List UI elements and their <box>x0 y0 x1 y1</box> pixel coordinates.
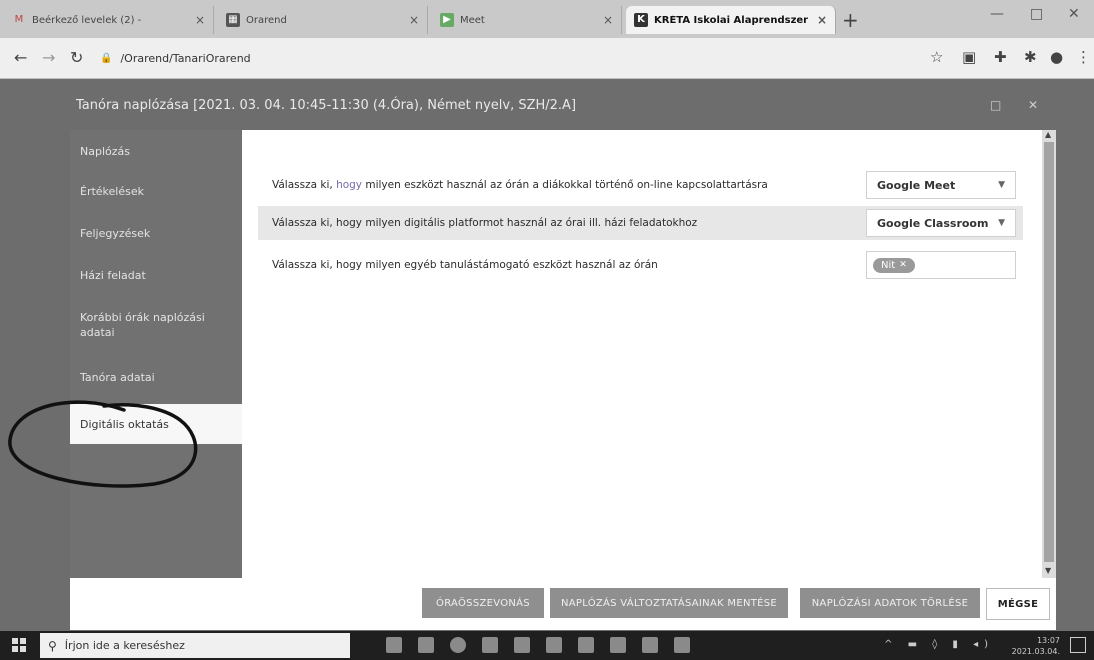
platform-select[interactable]: Google Classroom ▼ <box>866 209 1016 237</box>
maximize-modal-icon[interactable]: □ <box>990 98 1001 112</box>
new-tab-button[interactable]: + <box>842 8 859 32</box>
sidebar-item-label: Korábbi órák naplózási adatai <box>80 311 205 339</box>
save-changes-button[interactable]: NAPLÓZÁS VÁLTOZTATÁSAINAK MENTÉSE <box>550 588 788 618</box>
maximize-icon[interactable]: □ <box>1030 6 1043 22</box>
other-tools-multiselect[interactable]: Nit ✕ <box>866 251 1016 279</box>
tab-label: Órarend <box>246 14 287 26</box>
sidebar-item-tanora-adatai[interactable]: Tanóra adatai <box>70 370 242 385</box>
notification-icon[interactable] <box>1070 637 1086 653</box>
browser-tab-strip: M Beérkező levelek (2) - × ▦ Órarend × ▶… <box>0 0 1094 38</box>
clock-time: 13:07 <box>1036 636 1060 645</box>
close-window-icon[interactable]: ✕ <box>1068 6 1080 22</box>
browser-tab-orarend[interactable]: ▦ Órarend × <box>218 6 428 34</box>
scroll-down-icon[interactable]: ▼ <box>1045 566 1051 575</box>
app-icon[interactable] <box>610 637 626 653</box>
chevron-down-icon: ▼ <box>998 218 1005 228</box>
close-icon[interactable]: × <box>409 13 419 27</box>
app-icon[interactable] <box>642 637 658 653</box>
close-icon[interactable]: × <box>603 13 613 27</box>
form-row-online-tool: Válassza ki, hogy milyen eszközt használ… <box>258 168 1023 202</box>
profile-avatar-icon[interactable]: ● <box>1050 48 1063 66</box>
lock-icon: 🔒 <box>100 52 113 64</box>
merge-lessons-button[interactable]: ÓRAÖSSZEVONÁS <box>422 588 544 618</box>
sidebar-item-korabbi-orak[interactable]: Korábbi órák naplózási adatai <box>70 310 242 340</box>
selected-chip[interactable]: Nit ✕ <box>873 257 915 273</box>
app-icon[interactable] <box>546 637 562 653</box>
modal-title: Tanóra naplózása [2021. 03. 04. 10:45-11… <box>76 98 577 113</box>
search-icon: ⚲ <box>48 638 57 653</box>
hand-drawn-circle-annotation <box>8 400 198 488</box>
content-scrollbar[interactable]: ▲ ▼ <box>1042 130 1056 578</box>
forward-arrow-icon[interactable]: → <box>42 48 55 67</box>
chrome-icon[interactable] <box>450 637 466 653</box>
clock-date: 2021.03.04. <box>1011 647 1060 656</box>
app-icon[interactable] <box>578 637 594 653</box>
close-modal-icon[interactable]: ✕ <box>1028 98 1038 112</box>
select-value: Google Meet <box>877 178 956 192</box>
tab-label: Meet <box>460 14 485 26</box>
sidebar-item-label: Feljegyzések <box>80 227 151 240</box>
system-tray-icons[interactable]: ^ ▬ ◊ ▮ ◂) <box>884 639 994 650</box>
tab-label: KRÉTA Iskolai Alaprendszer <box>654 14 809 26</box>
address-bar: ← → ↻ 🔒 /Orarend/TanariOrarend ☆ ▣ ✚ ✱ ●… <box>0 38 1094 79</box>
form-row-other-tools: Válassza ki, hogy milyen egyéb tanulástá… <box>258 248 1023 282</box>
extension-icon[interactable]: ▣ <box>962 48 976 66</box>
clock[interactable]: 13:07 2021.03.04. <box>1012 635 1060 657</box>
task-view-icon[interactable] <box>386 637 402 653</box>
search-placeholder: Írjon ide a kereséshez <box>64 639 185 652</box>
sidebar-item-ertekelesek[interactable]: Értékelések <box>70 184 242 199</box>
chip-label: Nit <box>881 259 896 271</box>
online-tool-select[interactable]: Google Meet ▼ <box>866 171 1016 199</box>
back-arrow-icon[interactable]: ← <box>14 48 27 67</box>
scrollbar-thumb[interactable] <box>1044 142 1054 562</box>
sidebar-item-label: Házi feladat <box>80 269 146 282</box>
app-icon[interactable] <box>674 637 690 653</box>
reload-icon[interactable]: ↻ <box>70 48 83 67</box>
scroll-up-icon[interactable]: ▲ <box>1045 130 1051 139</box>
modal-sidebar: Naplózás Értékelések Feljegyzések Házi f… <box>70 130 242 578</box>
more-menu-icon[interactable]: ⋮ <box>1076 48 1091 66</box>
sidebar-item-label: Tanóra adatai <box>80 371 155 384</box>
file-explorer-icon[interactable] <box>418 637 434 653</box>
remove-chip-icon[interactable]: ✕ <box>899 260 907 270</box>
minimize-icon[interactable]: — <box>990 6 1004 22</box>
windows-taskbar: ⚲ Írjon ide a kereséshez ^ ▬ ◊ ▮ ◂) 13:0… <box>0 631 1094 660</box>
browser-tab-kreta[interactable]: K KRÉTA Iskolai Alaprendszer × <box>626 6 836 34</box>
sidebar-item-label: Értékelések <box>80 185 144 198</box>
kreta-icon: K <box>634 13 648 27</box>
calendar-icon: ▦ <box>226 13 240 27</box>
taskbar-search-input[interactable]: ⚲ Írjon ide a kereséshez <box>40 633 350 658</box>
close-icon[interactable]: × <box>817 13 827 27</box>
cancel-button[interactable]: MÉGSE <box>986 588 1050 620</box>
chevron-down-icon: ▼ <box>998 180 1005 190</box>
puzzle-icon[interactable]: ✚ <box>994 48 1007 66</box>
close-icon[interactable]: × <box>195 13 205 27</box>
form-row-platform: Válassza ki, hogy milyen digitális platf… <box>258 206 1023 240</box>
sidebar-item-naplozas[interactable]: Naplózás <box>70 144 242 159</box>
windows-start-icon[interactable] <box>12 638 26 652</box>
delete-data-button[interactable]: NAPLÓZÁSI ADATOK TÖRLÉSE <box>800 588 980 618</box>
url-text: /Orarend/TanariOrarend <box>120 51 251 65</box>
modal-header: Tanóra naplózása [2021. 03. 04. 10:45-11… <box>70 88 1070 128</box>
pin-icon[interactable]: ✱ <box>1024 48 1037 66</box>
mail-icon[interactable] <box>514 637 530 653</box>
modal-content: Válassza ki, hogy milyen eszközt használ… <box>242 130 1042 578</box>
store-icon[interactable] <box>482 637 498 653</box>
tab-label: Beérkező levelek (2) - <box>32 14 142 26</box>
gmail-icon: M <box>14 14 24 25</box>
url-field[interactable]: 🔒 /Orarend/TanariOrarend <box>100 45 920 71</box>
browser-tab-meet[interactable]: ▶ Meet × <box>432 6 622 34</box>
sidebar-item-label: Naplózás <box>80 145 130 158</box>
meet-icon: ▶ <box>440 13 454 27</box>
browser-tab-gmail[interactable]: M Beérkező levelek (2) - × <box>4 6 214 34</box>
sidebar-item-hazi-feladat[interactable]: Házi feladat <box>70 268 242 283</box>
select-value: Google Classroom <box>877 216 989 230</box>
star-icon[interactable]: ☆ <box>930 48 943 66</box>
sidebar-item-feljegyzesek[interactable]: Feljegyzések <box>70 226 242 241</box>
modal-footer: ÓRAÖSSZEVONÁS NAPLÓZÁS VÁLTOZTATÁSAINAK … <box>70 578 1056 630</box>
